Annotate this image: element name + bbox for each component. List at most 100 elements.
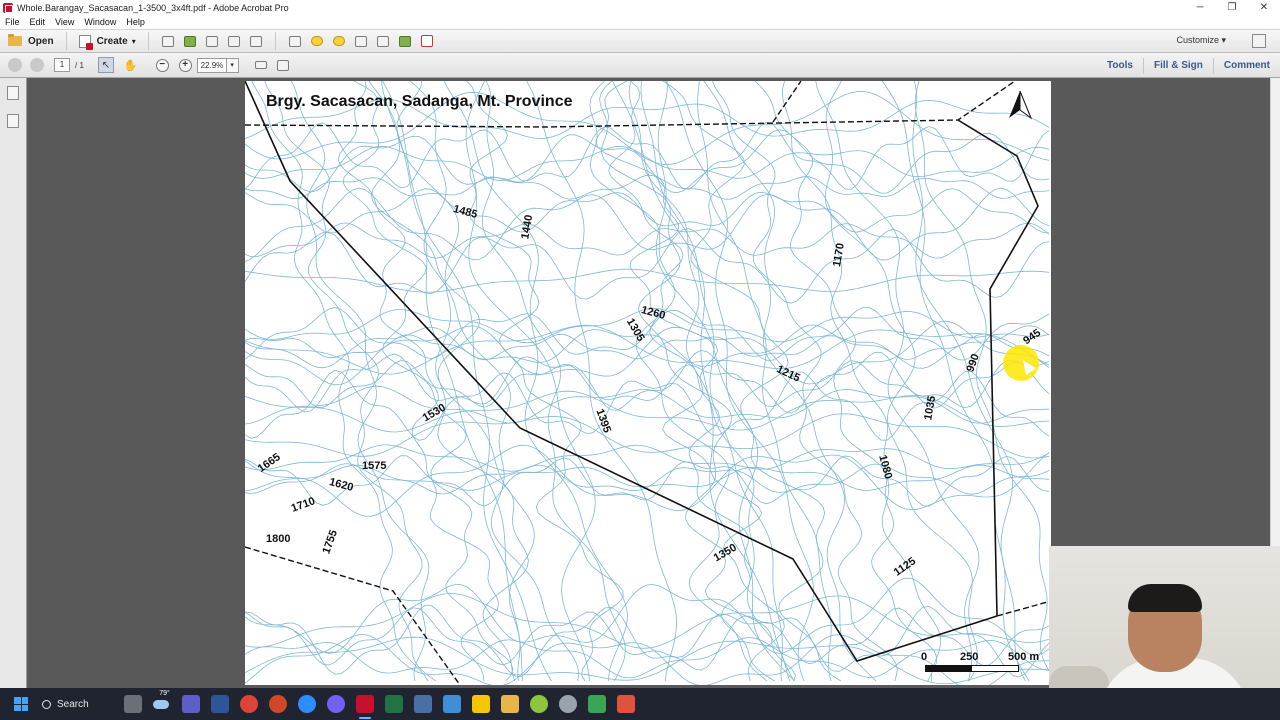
scale-graphic [925, 665, 1019, 672]
window-controls: ─ ❐ ✕ [1184, 0, 1280, 15]
contour-line [697, 81, 832, 682]
menu-edit[interactable]: Edit [25, 17, 51, 27]
topographic-map [245, 81, 1051, 685]
contour-line [245, 129, 1050, 194]
sticky-notes-icon[interactable] [472, 695, 491, 713]
zoom-in-button[interactable]: + [178, 58, 192, 72]
customize-dropdown[interactable]: Customize ▾ [1176, 35, 1226, 46]
scale-label: 0 [921, 651, 928, 663]
notepad-icon[interactable] [443, 695, 462, 713]
contour-line [245, 577, 1050, 656]
stamp-icon[interactable] [375, 33, 391, 49]
pdf-page: Brgy. Sacasacan, Sadanga, Mt. Province 1… [245, 81, 1051, 685]
tab-comment[interactable]: Comment [1212, 57, 1280, 74]
page-number-input[interactable]: 1 [54, 58, 70, 72]
excel-icon[interactable] [385, 695, 404, 713]
globe-icon[interactable] [559, 695, 578, 713]
zoom-level-input[interactable]: 22.9% [196, 57, 227, 73]
tab-tools[interactable]: Tools [1097, 58, 1143, 74]
fit-width-icon[interactable] [253, 57, 269, 73]
highlight-icon[interactable] [331, 33, 347, 49]
share-icon[interactable] [397, 33, 413, 49]
restore-button[interactable]: ❐ [1216, 0, 1248, 15]
save-icon[interactable] [160, 33, 176, 49]
hand-tool-icon[interactable]: ✋ [124, 59, 138, 72]
map-title: Brgy. Sacasacan, Sadanga, Mt. Province [266, 93, 573, 110]
contour-line [914, 81, 1051, 675]
viber-icon[interactable] [327, 695, 346, 713]
form-icon[interactable] [419, 33, 435, 49]
contour-line [465, 81, 596, 682]
search-icon [42, 699, 51, 709]
powerpoint-icon[interactable] [269, 695, 288, 713]
scale-bar: 0 250 500 m [921, 651, 1045, 672]
fit-page-icon[interactable] [275, 57, 291, 73]
attach-icon[interactable] [353, 33, 369, 49]
create-pdf-icon [78, 34, 93, 50]
edit-icon[interactable] [226, 33, 242, 49]
tab-fill-sign[interactable]: Fill & Sign [1142, 57, 1213, 74]
snipping-icon[interactable] [414, 695, 433, 713]
qgis-icon[interactable] [530, 695, 549, 713]
settings-icon[interactable] [287, 33, 303, 49]
teams-icon[interactable] [182, 695, 201, 713]
contour-line [245, 222, 1050, 259]
main-toolbar: Open Create ▾ Customize ▾ [0, 29, 1280, 53]
comment-icon[interactable] [309, 33, 325, 49]
toolbar-divider [147, 32, 149, 50]
chrome-icon[interactable] [240, 695, 259, 713]
folder-icon [8, 34, 22, 46]
page-total: / 1 [75, 60, 84, 70]
page-thumbnails-icon[interactable] [7, 86, 19, 100]
zoom-dropdown-icon[interactable]: ▾ [226, 57, 239, 73]
open-button[interactable]: Open [4, 31, 58, 51]
email-icon[interactable] [248, 33, 264, 49]
menu-file[interactable]: File [0, 17, 25, 27]
close-button[interactable]: ✕ [1248, 0, 1280, 15]
contour-line [370, 81, 529, 682]
menu-view[interactable]: View [50, 17, 79, 27]
contour-line [409, 81, 580, 682]
next-page-icon[interactable] [30, 58, 44, 72]
contour-line [595, 81, 796, 682]
print-icon[interactable] [204, 33, 220, 49]
contour-line [245, 228, 1050, 304]
attachments-icon[interactable] [7, 170, 19, 184]
cloud-upload-icon[interactable] [182, 33, 198, 49]
barangay-boundary [245, 81, 1039, 662]
create-button[interactable]: Create ▾ [75, 31, 140, 51]
zoom-out-button[interactable]: − [155, 58, 169, 72]
windows-start-icon[interactable] [14, 697, 28, 711]
toolbar-divider [65, 32, 67, 50]
recorder-icon[interactable] [617, 695, 636, 713]
camtasia-icon[interactable] [588, 695, 607, 713]
contour-line [612, 81, 795, 682]
elevation-label: 1575 [362, 460, 387, 472]
previous-page-icon[interactable] [8, 58, 22, 72]
search-label: Search [57, 698, 89, 710]
contour-line [382, 81, 523, 682]
taskbar-search-button[interactable]: Search [42, 699, 89, 710]
taskbar-apps: 79° [119, 690, 641, 719]
elevation-label: 1800 [266, 533, 291, 545]
task-view-icon[interactable] [124, 695, 143, 713]
expand-icon[interactable] [1252, 34, 1266, 48]
navigation-pane [0, 78, 27, 688]
word-icon[interactable] [211, 695, 230, 713]
menu-help[interactable]: Help [121, 17, 150, 27]
acrobat-taskbar-icon[interactable] [356, 695, 375, 719]
select-tool-icon[interactable]: ↖ [97, 57, 114, 73]
toolbar-divider [274, 32, 276, 50]
acrobat-icon [3, 2, 13, 13]
contour-line [443, 81, 628, 682]
bookmarks-icon[interactable] [7, 114, 19, 128]
menu-window[interactable]: Window [79, 17, 121, 27]
minimize-button[interactable]: ─ [1184, 0, 1216, 15]
north-arrow-icon [1009, 90, 1033, 120]
contour-line [245, 268, 1050, 293]
weather-icon[interactable]: 79° [153, 690, 171, 713]
signatures-icon[interactable] [7, 142, 19, 156]
zoom-icon[interactable] [298, 695, 317, 713]
contour-line [466, 81, 624, 682]
file-explorer-icon[interactable] [501, 695, 520, 713]
